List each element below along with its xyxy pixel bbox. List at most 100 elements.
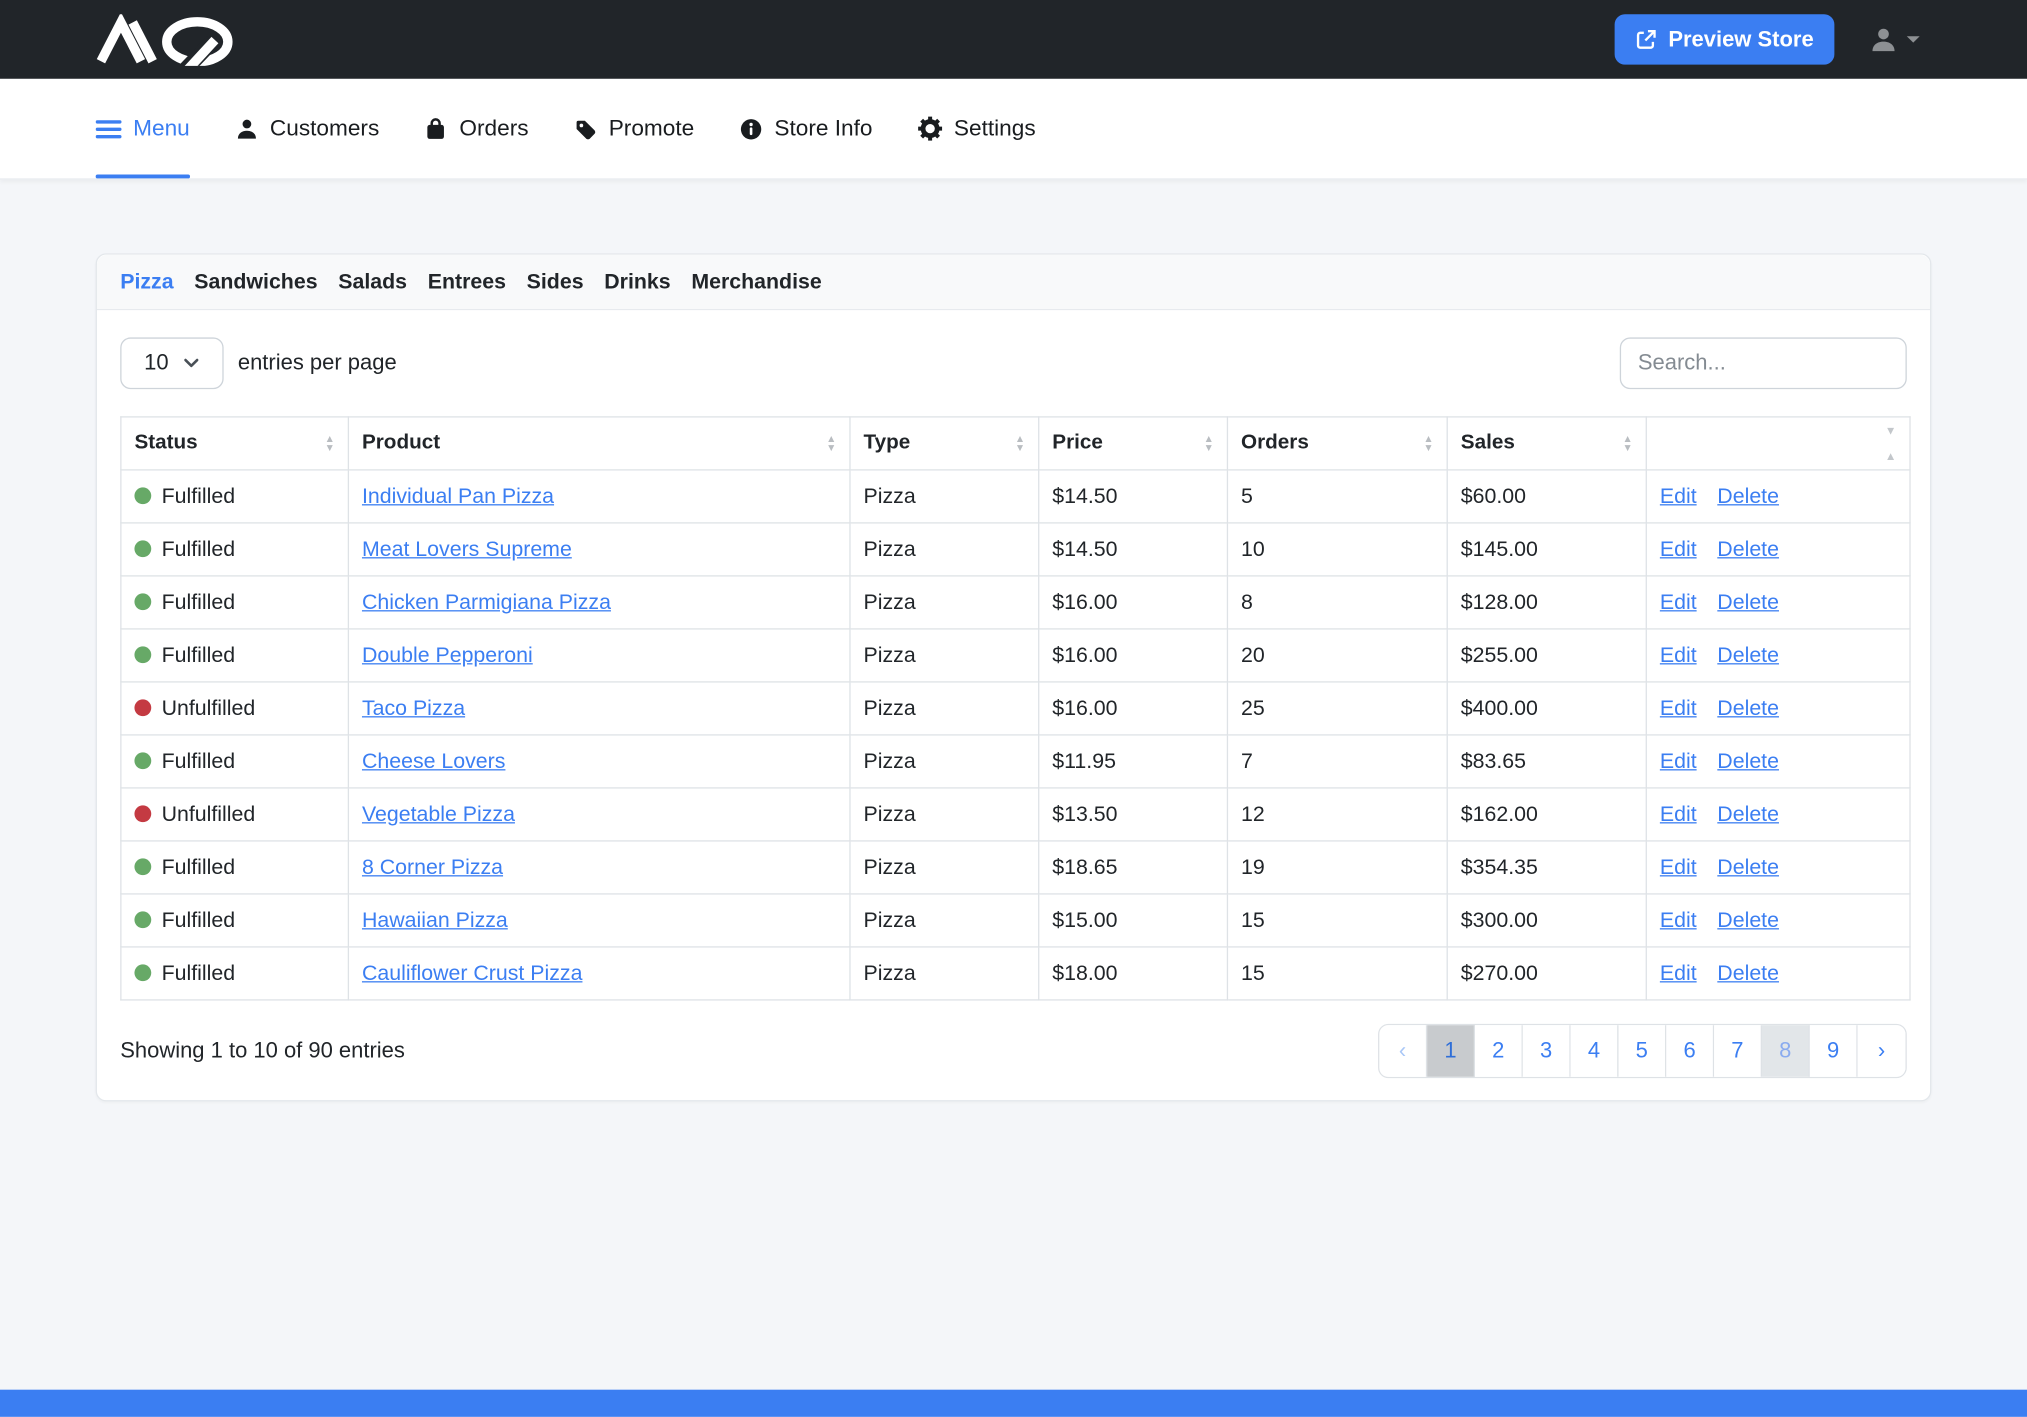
column-label: Orders <box>1241 432 1309 455</box>
price-cell: $14.50 <box>1039 470 1228 523</box>
sort-icon: ▲▼ <box>1423 434 1433 452</box>
page-button-6[interactable]: 6 <box>1666 1025 1714 1077</box>
type-cell: Pizza <box>850 470 1039 523</box>
brand-logo[interactable] <box>90 14 243 66</box>
tab-merchandise[interactable]: Merchandise <box>691 270 821 295</box>
sort-icon: ▲▼ <box>325 434 335 452</box>
product-link[interactable]: 8 Corner Pizza <box>362 855 503 878</box>
actions-cell: Edit Delete <box>1646 682 1910 735</box>
edit-link[interactable]: Edit <box>1660 643 1697 666</box>
orders-cell: 19 <box>1227 841 1447 894</box>
nav-item-settings[interactable]: Settings <box>918 79 1036 179</box>
delete-link[interactable]: Delete <box>1717 484 1779 507</box>
preview-store-button[interactable]: Preview Store <box>1614 14 1834 64</box>
page-button-8[interactable]: 8 <box>1762 1025 1810 1077</box>
sales-cell: $145.00 <box>1447 523 1646 576</box>
tab-sandwiches[interactable]: Sandwiches <box>194 270 317 295</box>
nav-item-orders[interactable]: Orders <box>425 79 529 179</box>
tab-pizza[interactable]: Pizza <box>120 270 173 295</box>
tab-salads[interactable]: Salads <box>338 270 407 295</box>
product-link[interactable]: Cheese Lovers <box>362 749 505 772</box>
type-cell: Pizza <box>850 788 1039 841</box>
edit-link[interactable]: Edit <box>1660 961 1697 984</box>
column-header-sales[interactable]: Sales ▲▼ <box>1447 417 1646 470</box>
edit-link[interactable]: Edit <box>1660 802 1697 825</box>
column-header-price[interactable]: Price ▲▼ <box>1039 417 1228 470</box>
tab-drinks[interactable]: Drinks <box>604 270 670 295</box>
edit-link[interactable]: Edit <box>1660 908 1697 931</box>
product-link[interactable]: Chicken Parmigiana Pizza <box>362 590 611 613</box>
nav-label: Store Info <box>774 115 872 142</box>
type-cell: Pizza <box>850 947 1039 1000</box>
status-dot-icon <box>134 699 151 716</box>
status-cell: Fulfilled <box>121 947 349 1000</box>
product-link[interactable]: Meat Lovers Supreme <box>362 537 572 560</box>
page-button-3[interactable]: 3 <box>1523 1025 1571 1077</box>
column-header-orders[interactable]: Orders ▲▼ <box>1227 417 1447 470</box>
product-link[interactable]: Individual Pan Pizza <box>362 484 554 507</box>
product-link[interactable]: Vegetable Pizza <box>362 802 515 825</box>
price-cell: $15.00 <box>1039 894 1228 947</box>
column-header-actions[interactable]: ▼▲ <box>1646 417 1910 470</box>
user-menu[interactable] <box>1869 25 1919 53</box>
delete-link[interactable]: Delete <box>1717 590 1779 613</box>
delete-link[interactable]: Delete <box>1717 908 1779 931</box>
status-dot-icon <box>134 805 151 822</box>
status-cell: Fulfilled <box>121 523 349 576</box>
delete-link[interactable]: Delete <box>1717 749 1779 772</box>
product-link[interactable]: Cauliflower Crust Pizza <box>362 961 582 984</box>
tab-sides[interactable]: Sides <box>527 270 584 295</box>
delete-link[interactable]: Delete <box>1717 537 1779 560</box>
price-cell: $16.00 <box>1039 629 1228 682</box>
search-input[interactable] <box>1620 337 1907 389</box>
nav-item-promote[interactable]: Promote <box>574 79 694 179</box>
delete-link[interactable]: Delete <box>1717 802 1779 825</box>
product-link[interactable]: Double Pepperoni <box>362 643 533 666</box>
edit-link[interactable]: Edit <box>1660 749 1697 772</box>
entries-per-page-select[interactable]: 10 <box>120 337 223 389</box>
type-cell: Pizza <box>850 629 1039 682</box>
tab-entrees[interactable]: Entrees <box>428 270 506 295</box>
table-row: FulfilledChicken Parmigiana PizzaPizza$1… <box>121 576 1910 629</box>
nav-label: Orders <box>459 115 528 142</box>
type-cell: Pizza <box>850 576 1039 629</box>
edit-link[interactable]: Edit <box>1660 696 1697 719</box>
delete-link[interactable]: Delete <box>1717 643 1779 666</box>
product-link[interactable]: Hawaiian Pizza <box>362 908 508 931</box>
sales-cell: $354.35 <box>1447 841 1646 894</box>
table-row: FulfilledMeat Lovers SupremePizza$14.501… <box>121 523 1910 576</box>
actions-cell: Edit Delete <box>1646 576 1910 629</box>
nav-item-menu[interactable]: Menu <box>96 79 190 179</box>
edit-link[interactable]: Edit <box>1660 484 1697 507</box>
type-cell: Pizza <box>850 894 1039 947</box>
delete-link[interactable]: Delete <box>1717 961 1779 984</box>
page-button-7[interactable]: 7 <box>1714 1025 1762 1077</box>
page-button-2[interactable]: 2 <box>1475 1025 1523 1077</box>
type-cell: Pizza <box>850 682 1039 735</box>
column-header-product[interactable]: Product ▲▼ <box>348 417 850 470</box>
next-page-button[interactable]: › <box>1858 1025 1906 1077</box>
nav-item-customers[interactable]: Customers <box>235 79 379 179</box>
sales-cell: $300.00 <box>1447 894 1646 947</box>
page-button-1[interactable]: 1 <box>1427 1025 1475 1077</box>
orders-cell: 8 <box>1227 576 1447 629</box>
sort-icon: ▲▼ <box>1622 434 1632 452</box>
page-button-4[interactable]: 4 <box>1571 1025 1619 1077</box>
delete-link[interactable]: Delete <box>1717 855 1779 878</box>
status-cell: Fulfilled <box>121 470 349 523</box>
column-header-status[interactable]: Status ▲▼ <box>121 417 349 470</box>
edit-link[interactable]: Edit <box>1660 537 1697 560</box>
page-button-9[interactable]: 9 <box>1810 1025 1858 1077</box>
column-header-type[interactable]: Type ▲▼ <box>850 417 1039 470</box>
product-link[interactable]: Taco Pizza <box>362 696 465 719</box>
delete-link[interactable]: Delete <box>1717 696 1779 719</box>
page-button-5[interactable]: 5 <box>1618 1025 1666 1077</box>
edit-link[interactable]: Edit <box>1660 855 1697 878</box>
table-header-row: Status ▲▼ Product ▲▼ Type ▲▼ <box>121 417 1910 470</box>
edit-link[interactable]: Edit <box>1660 590 1697 613</box>
prev-page-button[interactable]: ‹ <box>1379 1025 1427 1077</box>
sales-cell: $83.65 <box>1447 735 1646 788</box>
table-controls: 10 entries per page <box>120 337 1907 389</box>
nav-item-store-info[interactable]: Store Info <box>739 79 872 179</box>
sort-icon: ▲▼ <box>826 434 836 452</box>
